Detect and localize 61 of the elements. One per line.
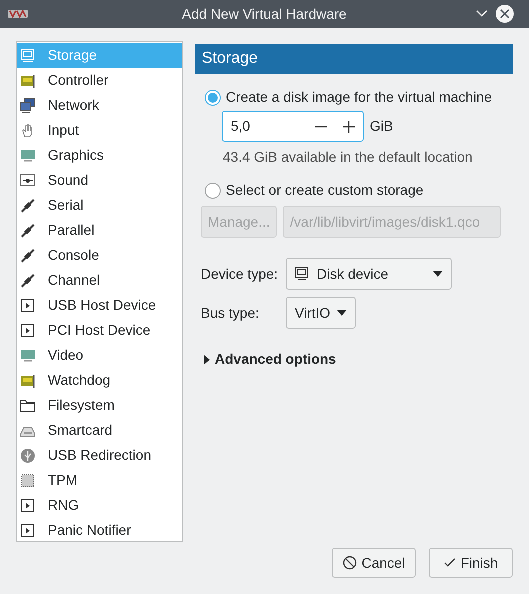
field-label: Bus type: <box>201 304 260 323</box>
caret-icon <box>433 271 443 277</box>
sidebar-item[interactable]: Filesystem <box>17 393 182 418</box>
plus-icon[interactable] <box>343 120 355 132</box>
sidebar-item[interactable]: Watchdog <box>17 368 182 393</box>
advanced-expander[interactable]: Advanced options <box>204 349 513 370</box>
sidebar-item[interactable]: USB Host Device <box>17 293 182 318</box>
sidebar-item[interactable]: RNG <box>17 493 182 518</box>
cable-icon <box>20 222 36 238</box>
network-icon <box>20 98 36 114</box>
size-field[interactable]: 5,0 <box>222 111 364 142</box>
unit-label: GiB <box>370 117 394 136</box>
radio-button[interactable] <box>205 182 221 198</box>
caret-icon <box>336 310 347 316</box>
sidebar-item[interactable]: Channel <box>17 268 182 293</box>
bus-type-dropdown[interactable]: VirtIO <box>286 297 356 329</box>
disk-icon <box>20 48 36 64</box>
panel-header: Storage <box>195 44 513 74</box>
monitor-icon <box>20 348 36 364</box>
usb-icon <box>20 448 36 464</box>
sidebar-item[interactable]: Input <box>17 118 182 143</box>
card-icon <box>20 372 36 388</box>
device-icon <box>20 522 36 538</box>
window-title: Add New Virtual Hardware <box>182 4 347 24</box>
device-type-dropdown[interactable]: Disk device <box>286 258 452 290</box>
monitor-icon <box>20 148 36 164</box>
sidebar-item[interactable]: Parallel <box>17 218 182 243</box>
sidebar-item[interactable]: Serial <box>17 193 182 218</box>
minimize-icon[interactable] <box>476 10 488 18</box>
checkmark-icon <box>444 558 456 568</box>
available-space-text: 43.4 GiB available in the default location <box>223 148 474 167</box>
radio-label[interactable]: Create a disk image for the virtual machine <box>226 87 492 108</box>
sound-icon <box>20 172 36 188</box>
sidebar-item[interactable]: PCI Host Device <box>17 318 182 343</box>
device-icon <box>20 322 36 338</box>
sidebar-item[interactable]: Controller <box>17 68 182 93</box>
folder-icon <box>20 398 36 414</box>
chip-icon <box>20 472 36 488</box>
finish-button[interactable]: Finish <box>429 548 513 578</box>
sidebar-item[interactable]: TPM <box>17 468 182 493</box>
cable-icon <box>20 198 36 214</box>
close-icon[interactable] <box>496 5 514 23</box>
radio-label[interactable]: Select or create custom storage <box>226 180 424 201</box>
device-icon <box>20 498 36 514</box>
sidebar-item[interactable]: Video <box>17 343 182 368</box>
radio-button[interactable] <box>205 90 221 106</box>
sidebar-item[interactable]: USB Redirection <box>17 443 182 468</box>
sidebar-item[interactable]: Sound <box>17 168 182 193</box>
app-logo-icon <box>8 10 28 18</box>
cable-icon <box>20 248 36 264</box>
device-icon <box>20 298 36 314</box>
sidebar-item[interactable]: Smartcard <box>17 418 182 443</box>
sidebar-item[interactable]: Network <box>17 93 182 118</box>
cancel-button[interactable]: Cancel <box>332 548 416 578</box>
cancel-icon <box>342 556 357 570</box>
sidebar-item[interactable]: Graphics <box>17 143 182 168</box>
sidebar-item[interactable]: Console <box>17 243 182 268</box>
cable-icon <box>20 272 36 288</box>
card-icon <box>20 72 36 88</box>
sidebar-item[interactable]: Panic Notifier <box>17 518 182 543</box>
field-label: Device type: <box>201 264 280 284</box>
